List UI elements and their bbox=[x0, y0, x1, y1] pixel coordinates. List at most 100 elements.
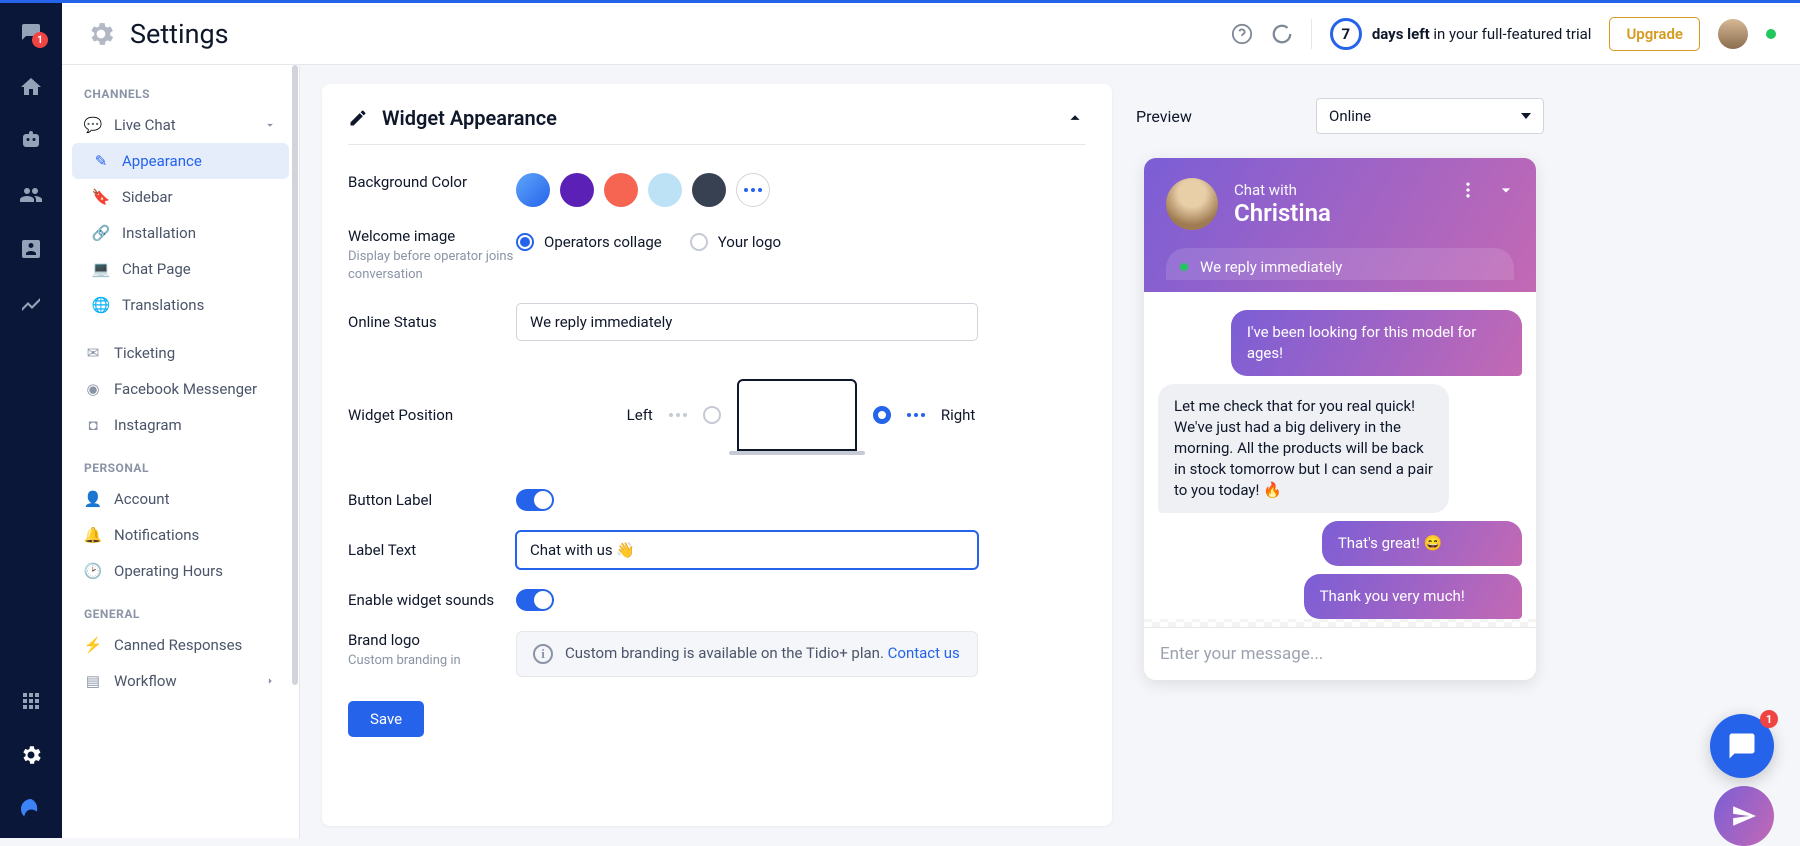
sidebar-item-workflow[interactable]: ▤Workflow bbox=[62, 663, 299, 699]
welcome-radio-collage[interactable]: Operators collage bbox=[516, 233, 662, 251]
bot-icon[interactable] bbox=[18, 128, 44, 154]
pencil-icon: ✎ bbox=[92, 152, 110, 170]
chat-message-operator: Let me check that for you real quick! We… bbox=[1158, 384, 1449, 513]
online-status-input[interactable] bbox=[516, 303, 978, 341]
sidebar-section-channels: CHANNELS bbox=[62, 79, 299, 107]
send-fab[interactable] bbox=[1714, 786, 1774, 846]
welcome-radio-logo[interactable]: Your logo bbox=[690, 233, 781, 251]
sidebar-item-account[interactable]: 👤Account bbox=[62, 481, 299, 517]
brand-info-box: i Custom branding is available on the Ti… bbox=[516, 631, 978, 677]
trial-days-count: 7 bbox=[1330, 18, 1362, 50]
sidebar-item-translations[interactable]: 🌐Translations bbox=[62, 287, 299, 323]
monitor-illustration bbox=[737, 379, 857, 451]
sidebar-item-installation[interactable]: 🔗Installation bbox=[62, 215, 299, 251]
person-icon: 👤 bbox=[84, 490, 102, 508]
pencil-icon bbox=[348, 108, 368, 128]
dots-icon bbox=[669, 413, 687, 417]
upgrade-button[interactable]: Upgrade bbox=[1609, 17, 1700, 51]
status-dot bbox=[1766, 29, 1776, 39]
home-icon[interactable] bbox=[18, 74, 44, 100]
analytics-icon[interactable] bbox=[18, 290, 44, 316]
user-avatar[interactable] bbox=[1718, 19, 1748, 49]
chat-message-user: Thank you very much! bbox=[1304, 574, 1522, 619]
label-text-label: Label Text bbox=[348, 541, 516, 559]
color-swatch-more[interactable] bbox=[736, 173, 770, 207]
gear-icon bbox=[86, 19, 116, 49]
refresh-icon[interactable] bbox=[1271, 23, 1293, 45]
sidebar-item-instagram[interactable]: ◘Instagram bbox=[62, 407, 299, 443]
chat-message-user: That's great! 😄 bbox=[1322, 521, 1522, 566]
operator-avatar bbox=[1166, 178, 1218, 230]
apps-icon[interactable] bbox=[18, 688, 44, 714]
contact-us-link[interactable]: Contact us bbox=[888, 644, 960, 662]
preview-pane: Preview Online Chat with Christina We re… bbox=[1130, 84, 1550, 680]
help-icon[interactable] bbox=[1231, 23, 1253, 45]
bookmark-icon: 🔖 bbox=[92, 188, 110, 206]
globe-icon: 🌐 bbox=[92, 296, 110, 314]
welcome-image-label: Welcome image bbox=[348, 227, 455, 245]
brand-logo-label: Brand logo bbox=[348, 631, 420, 649]
welcome-image-sublabel: Display before operator joins conversati… bbox=[348, 248, 516, 283]
panel-title: Widget Appearance bbox=[382, 106, 557, 130]
widget-position-label: Widget Position bbox=[348, 406, 516, 424]
color-swatch-2[interactable] bbox=[560, 173, 594, 207]
chat-fab[interactable]: 1 bbox=[1710, 714, 1774, 778]
brand-logo-sublabel: Custom branding in bbox=[348, 652, 516, 670]
left-nav-rail: 1 bbox=[0, 0, 62, 838]
inbox-badge: 1 bbox=[32, 32, 48, 48]
workflow-icon: ▤ bbox=[84, 672, 102, 690]
color-swatch-1[interactable] bbox=[516, 173, 550, 207]
chat-input[interactable]: Enter your message... bbox=[1144, 627, 1536, 680]
position-right-radio[interactable] bbox=[873, 406, 891, 424]
sidebar-item-facebook[interactable]: ◉Facebook Messenger bbox=[62, 371, 299, 407]
collapse-icon[interactable] bbox=[1064, 107, 1086, 129]
fab-badge: 1 bbox=[1760, 710, 1778, 728]
sidebar-item-live-chat[interactable]: 💬 Live Chat bbox=[62, 107, 299, 143]
color-swatch-5[interactable] bbox=[692, 173, 726, 207]
preview-status-select[interactable]: Online bbox=[1316, 98, 1544, 134]
sidebar-item-notifications[interactable]: 🔔Notifications bbox=[62, 517, 299, 553]
brand-logo-icon[interactable] bbox=[18, 796, 44, 822]
instagram-icon: ◘ bbox=[84, 416, 102, 434]
info-icon: i bbox=[533, 644, 553, 664]
chat-widget-preview: Chat with Christina We reply immediately… bbox=[1144, 158, 1536, 680]
inbox-icon[interactable]: 1 bbox=[18, 20, 44, 46]
mail-icon: ✉ bbox=[84, 344, 102, 362]
position-left-radio[interactable] bbox=[703, 406, 721, 424]
button-label-toggle[interactable] bbox=[516, 489, 554, 511]
save-button[interactable]: Save bbox=[348, 701, 424, 737]
chat-message-user: I've been looking for this model for age… bbox=[1231, 310, 1522, 376]
chevron-down-icon bbox=[263, 118, 277, 132]
chat-status-bar: We reply immediately bbox=[1166, 248, 1514, 280]
sidebar-item-appearance[interactable]: ✎ Appearance bbox=[72, 143, 289, 179]
sidebar-item-ticketing[interactable]: ✉Ticketing bbox=[62, 335, 299, 371]
page-title: Settings bbox=[130, 18, 229, 50]
color-swatch-3[interactable] bbox=[604, 173, 638, 207]
label-text-input[interactable] bbox=[516, 531, 978, 569]
sounds-label: Enable widget sounds bbox=[348, 591, 516, 609]
people-icon[interactable] bbox=[18, 182, 44, 208]
contacts-icon[interactable] bbox=[18, 236, 44, 262]
sidebar-item-operating-hours[interactable]: 🕑Operating Hours bbox=[62, 553, 299, 589]
laptop-icon: 💻 bbox=[92, 260, 110, 278]
color-swatch-4[interactable] bbox=[648, 173, 682, 207]
messenger-icon: ◉ bbox=[84, 380, 102, 398]
preview-title: Preview bbox=[1136, 107, 1192, 126]
sidebar-scrollbar[interactable] bbox=[292, 65, 298, 685]
widget-appearance-panel: Widget Appearance Background Color Welco… bbox=[322, 84, 1112, 826]
radio-icon bbox=[516, 233, 534, 251]
settings-icon[interactable] bbox=[18, 742, 44, 768]
sidebar-item-canned[interactable]: ⚡Canned Responses bbox=[62, 627, 299, 663]
kebab-icon[interactable] bbox=[1458, 180, 1478, 200]
online-status-label: Online Status bbox=[348, 313, 516, 331]
caret-down-icon bbox=[1521, 113, 1531, 119]
trial-banner: 7 days left in your full-featured trial bbox=[1330, 18, 1592, 50]
sounds-toggle[interactable] bbox=[516, 589, 554, 611]
chevron-down-icon[interactable] bbox=[1496, 180, 1516, 200]
dots-icon bbox=[907, 413, 925, 417]
bolt-icon: ⚡ bbox=[84, 636, 102, 654]
sidebar-item-chat-page[interactable]: 💻Chat Page bbox=[62, 251, 299, 287]
sidebar-section-general: GENERAL bbox=[62, 599, 299, 627]
bell-icon: 🔔 bbox=[84, 526, 102, 544]
sidebar-item-sidebar[interactable]: 🔖Sidebar bbox=[62, 179, 299, 215]
